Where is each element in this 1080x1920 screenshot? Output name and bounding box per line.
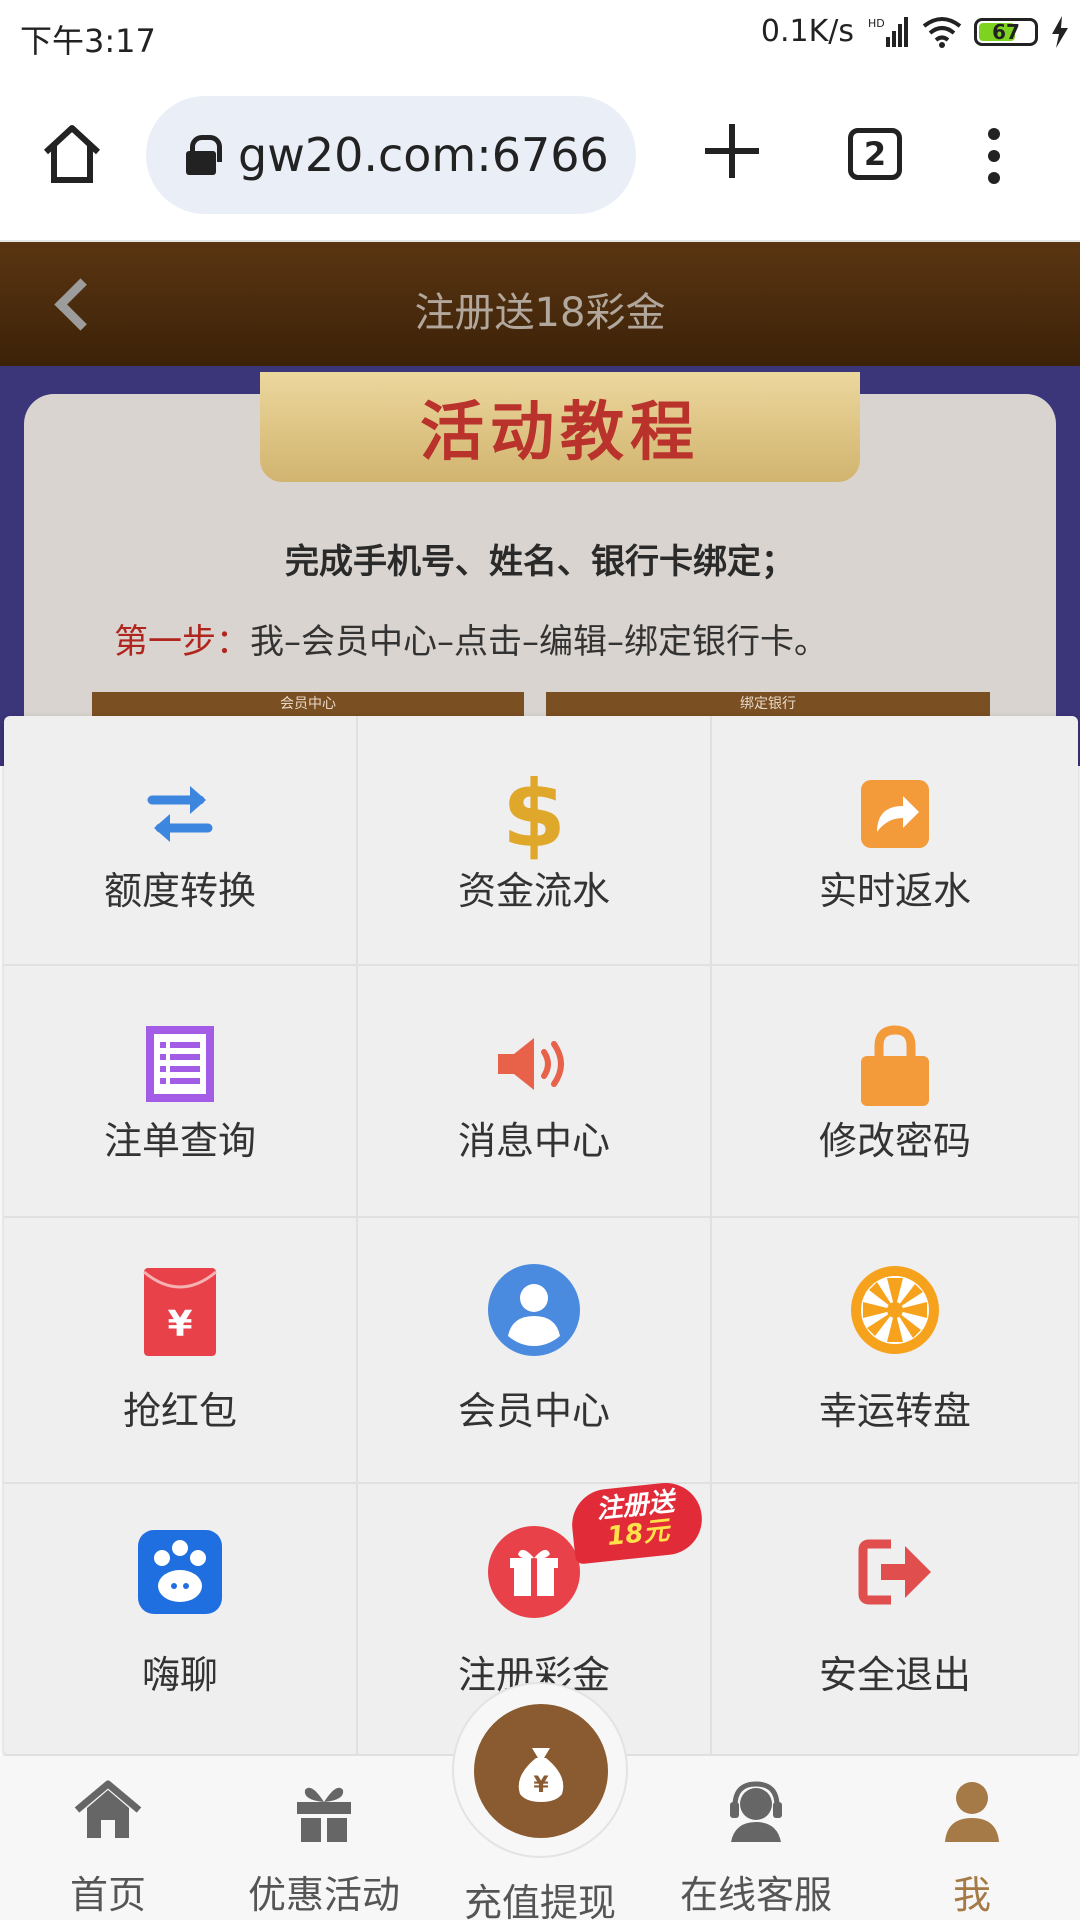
menu-label: 注单查询 [103, 1119, 256, 1163]
menu-item-rebate[interactable]: 实时返水 [712, 716, 1078, 966]
menu-label: 实时返水 [818, 869, 971, 913]
gift-nav-icon [297, 1787, 351, 1842]
nav-me[interactable]: 我 [872, 1776, 1072, 1919]
mini-screenshot-1: 会员中心 [92, 692, 524, 716]
mini-screenshot-2: 绑定银行 [546, 692, 990, 716]
battery-icon: 67 [974, 17, 1038, 46]
address-bar[interactable]: gw20.com:6766 [146, 96, 636, 214]
money-bag-svg: ¥ [518, 1748, 564, 1802]
menu-item-red-envelope[interactable]: ¥ 抢红包 [4, 1218, 358, 1484]
menu-item-bet-query[interactable]: 注单查询 [4, 966, 358, 1218]
lock-icon [861, 1025, 929, 1106]
nav-support[interactable]: 在线客服 [656, 1776, 856, 1919]
menu-item-lucky-wheel[interactable]: 幸运转盘 [712, 1218, 1078, 1484]
signal-icon: HD [868, 16, 908, 47]
nav-home[interactable]: 首页 [8, 1776, 208, 1919]
logout-icon [858, 1539, 931, 1605]
tutorial-line: 完成手机号、姓名、银行卡绑定； [285, 542, 795, 582]
tutorial-step: 第一步：我–会员中心–点击–编辑–绑定银行卡。 [114, 614, 828, 663]
browser-toolbar: gw20.com:6766 2 [0, 72, 1080, 242]
menu-label: 消息中心 [457, 1119, 610, 1163]
transfer-icon [147, 786, 213, 842]
menu-item-fund-flow[interactable]: $ 资金流水 [358, 716, 712, 966]
menu-label: 幸运转盘 [818, 1389, 971, 1433]
speaker-icon [498, 1038, 564, 1090]
svg-text:¥: ¥ [167, 1304, 192, 1345]
dollar-icon: $ [502, 766, 566, 862]
menu-item-logout[interactable]: 安全退出 [712, 1484, 1078, 1756]
gift-icon [488, 1526, 580, 1618]
menu-item-chat[interactable]: 嗨聊 [4, 1484, 358, 1756]
menu-label: 安全退出 [818, 1653, 971, 1697]
tutorial-banner-text: 活动教程 [420, 396, 700, 470]
svg-text:¥: ¥ [533, 1773, 549, 1798]
user-menu-panel: 额度转换 $ 资金流水 实时返水 注单查询 消息中心 修改密码 ¥ 抢红包 会员… [4, 716, 1078, 1756]
user-nav-icon [945, 1782, 999, 1842]
status-right: 0.1K/s HD 67 [761, 14, 1070, 49]
bottom-navigation: 首页 优惠活动 ¥ 充值提现 在线客服 我 [0, 1682, 1080, 1920]
status-bar: 下午3:17 0.1K/s HD 67 [0, 0, 1080, 72]
nav-deposit-circle[interactable]: ¥ [452, 1682, 628, 1858]
nav-label: 优惠活动 [247, 1873, 400, 1917]
register-bonus-badge: 注册送 18元 [568, 1479, 706, 1565]
menu-label: 修改密码 [818, 1119, 971, 1163]
menu-label: 嗨聊 [141, 1653, 218, 1697]
nav-label: 充值提现 [463, 1881, 616, 1920]
svg-text:$: $ [502, 766, 566, 862]
menu-label: 额度转换 [103, 869, 256, 913]
status-time: 下午3:17 [20, 22, 156, 60]
browser-menu-button[interactable] [984, 128, 1004, 184]
user-icon [488, 1264, 580, 1356]
money-bag-icon: ¥ [474, 1704, 608, 1838]
menu-label: 资金流水 [457, 869, 610, 913]
chat-paw-icon [138, 1530, 222, 1614]
network-tag: HD [868, 17, 885, 30]
new-tab-button[interactable] [705, 124, 759, 178]
nav-label: 在线客服 [679, 1873, 832, 1917]
nav-label: 首页 [69, 1873, 146, 1917]
menu-item-change-password[interactable]: 修改密码 [712, 966, 1078, 1218]
menu-label: 抢红包 [122, 1389, 237, 1433]
nav-promotions[interactable]: 优惠活动 [224, 1776, 424, 1919]
step-text: 我–会员中心–点击–编辑–绑定银行卡。 [250, 622, 828, 662]
headset-icon [730, 1781, 782, 1842]
nav-deposit[interactable]: 充值提现 [440, 1872, 640, 1920]
wheel-icon [851, 1266, 939, 1354]
menu-item-member-center[interactable]: 会员中心 [358, 1218, 712, 1484]
step-label: 第一步： [114, 622, 250, 662]
tab-switcher-button[interactable]: 2 [848, 128, 902, 180]
wifi-icon [922, 16, 962, 48]
list-icon [146, 1026, 214, 1102]
nav-label: 我 [952, 1873, 991, 1917]
page-title: 注册送18彩金 [414, 290, 666, 336]
share-arrow-icon [861, 780, 929, 848]
menu-item-messages[interactable]: 消息中心 [358, 966, 712, 1218]
home-icon[interactable] [40, 122, 104, 186]
tutorial-banner: 活动教程 [260, 372, 860, 482]
activity-content: 活动教程 完成手机号、姓名、银行卡绑定； 第一步：我–会员中心–点击–编辑–绑定… [0, 366, 1080, 794]
url-text[interactable]: gw20.com:6766 [238, 128, 618, 182]
net-speed: 0.1K/s [760, 14, 854, 49]
home-nav-icon [74, 1780, 142, 1838]
menu-label: 会员中心 [457, 1389, 610, 1433]
lock-icon [186, 135, 222, 175]
page-header: 注册送18彩金 [0, 242, 1080, 366]
charging-icon [1052, 15, 1068, 48]
red-envelope-icon: ¥ [143, 1268, 217, 1356]
menu-item-transfer[interactable]: 额度转换 [4, 716, 358, 966]
